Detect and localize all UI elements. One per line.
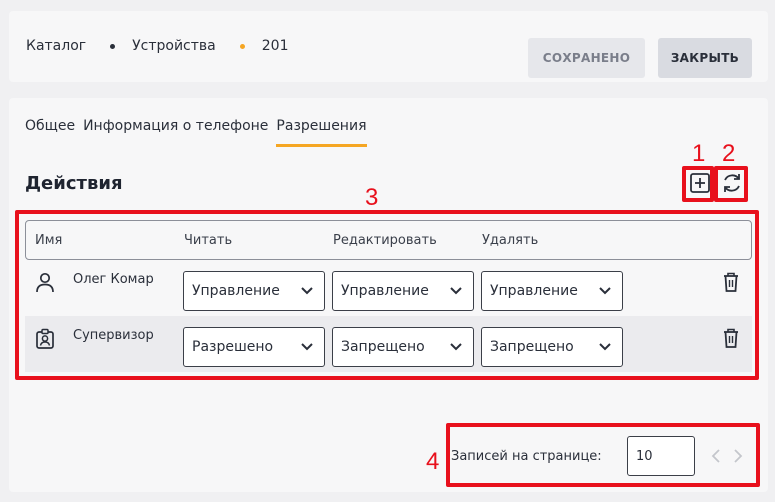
column-header-delete: Удалять: [482, 233, 539, 248]
breadcrumb-devices[interactable]: Устройства: [132, 38, 216, 54]
rows-per-page-label: Записей на странице:: [451, 449, 602, 464]
select-value: Управление: [490, 283, 578, 299]
badge-icon: [36, 328, 54, 349]
permissions-table: Имя Читать Редактировать Удалять Олег Ко…: [25, 220, 752, 372]
select-value: Управление: [192, 283, 280, 299]
chevron-down-icon: [450, 343, 462, 351]
breadcrumb-catalog[interactable]: Каталог: [26, 38, 86, 54]
user-icon: [36, 272, 54, 293]
refresh-icon: [724, 174, 740, 192]
add-button[interactable]: [688, 171, 712, 195]
saved-button[interactable]: СОХРАНЕНО: [528, 38, 645, 78]
chevron-down-icon: [599, 343, 611, 351]
tab-phone-info[interactable]: Информация о телефоне: [83, 118, 268, 147]
header-bar: Каталог Устройства 201 СОХРАНЕНО ЗАКРЫТЬ: [9, 11, 768, 82]
annotation-label-1: 1: [692, 140, 706, 167]
read-permission-select[interactable]: Управление: [183, 271, 325, 311]
select-value: Управление: [341, 283, 429, 299]
select-value: Запрещено: [490, 339, 574, 355]
main-panel: Общее Информация о телефоне Разрешения Д…: [9, 98, 768, 492]
rows-per-page-input[interactable]: 10: [627, 436, 695, 476]
column-header-edit: Редактировать: [333, 233, 437, 248]
tab-permissions[interactable]: Разрешения: [276, 118, 367, 147]
close-button[interactable]: ЗАКРЫТЬ: [658, 38, 752, 78]
chevron-down-icon: [450, 287, 462, 295]
select-value: Запрещено: [341, 339, 425, 355]
delete-permission-select[interactable]: Запрещено: [481, 327, 623, 367]
tab-general[interactable]: Общее: [25, 118, 75, 147]
table-row: Супервизор Разрешено Запрещено Запрещено: [25, 316, 752, 372]
annotation-label-4: 4: [426, 448, 440, 475]
column-header-name: Имя: [35, 233, 63, 248]
refresh-button[interactable]: [720, 171, 744, 195]
table-row: Олег Комар Управление Управление Управле…: [25, 260, 752, 316]
read-permission-select[interactable]: Разрешено: [183, 327, 325, 367]
chevron-down-icon: [599, 287, 611, 295]
edit-permission-select[interactable]: Запрещено: [332, 327, 474, 367]
breadcrumb-separator: [110, 43, 116, 49]
column-header-read: Читать: [184, 233, 233, 248]
trash-icon[interactable]: [721, 271, 741, 293]
plus-square-icon: [690, 173, 710, 193]
delete-permission-select[interactable]: Управление: [481, 271, 623, 311]
annotation-label-2: 2: [722, 140, 736, 167]
breadcrumb: Каталог Устройства 201: [26, 38, 288, 54]
chevron-left-icon[interactable]: [709, 447, 723, 465]
tab-bar: Общее Информация о телефоне Разрешения: [25, 118, 375, 147]
row-name: Олег Комар: [73, 272, 154, 287]
trash-icon[interactable]: [721, 327, 741, 349]
chevron-right-icon[interactable]: [731, 447, 745, 465]
breadcrumb-current: 201: [261, 38, 289, 54]
row-name: Супервизор: [73, 328, 154, 343]
annotation-label-3: 3: [365, 184, 379, 211]
table-header: Имя Читать Редактировать Удалять: [25, 220, 752, 260]
section-title: Действия: [25, 173, 123, 194]
edit-permission-select[interactable]: Управление: [332, 271, 474, 311]
chevron-down-icon: [301, 343, 313, 351]
chevron-down-icon: [301, 287, 313, 295]
select-value: Разрешено: [192, 339, 274, 355]
breadcrumb-separator-accent: [239, 43, 245, 49]
